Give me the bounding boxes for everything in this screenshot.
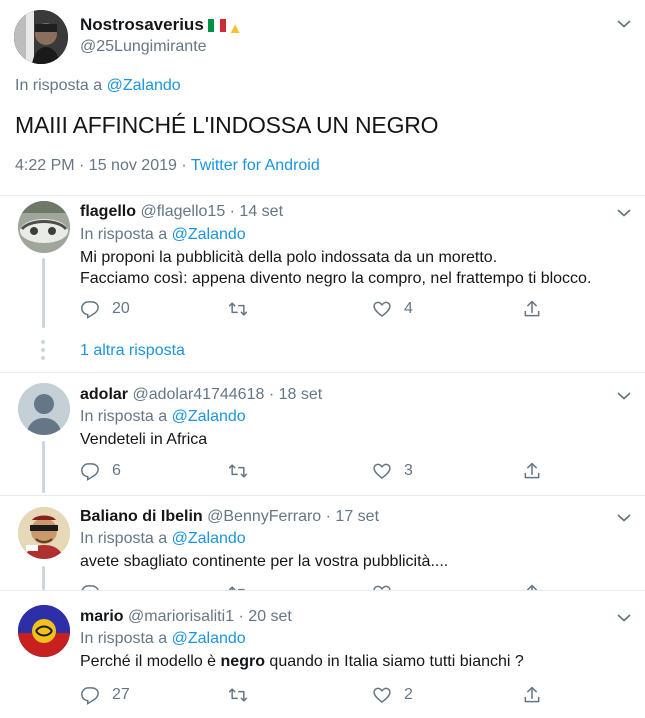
show-more-replies-link[interactable]: 1 altra risposta (80, 342, 185, 360)
tweet-text-line: avete sbagliato continente per la vostra… (80, 553, 449, 570)
like-button[interactable]: 3 (372, 460, 413, 482)
bold-word: negro (220, 653, 265, 670)
share-button[interactable] (522, 582, 542, 590)
display-name[interactable]: Baliano di Ibelin @BennyFerraro · 17 set (80, 508, 379, 526)
like-icon (372, 583, 392, 590)
tweet-actions: 6 3 (80, 460, 550, 482)
like-button[interactable]: 4 (372, 298, 413, 320)
username-date[interactable]: @flagello15 · 14 set (140, 203, 283, 220)
avatar[interactable] (18, 507, 70, 559)
username-date[interactable]: @mariorisaliti1 · 20 set (128, 608, 292, 625)
like-button[interactable]: 2 (372, 684, 413, 706)
reply-icon (80, 299, 100, 319)
mention-link[interactable]: @Zalando (172, 630, 246, 647)
tweet-actions (80, 582, 550, 590)
chevron-down-icon[interactable] (617, 19, 631, 29)
reply-button[interactable]: 20 (80, 298, 130, 320)
main-tweet[interactable]: Nostrosaverius ▲ @25Lungimirante In rispo… (0, 0, 645, 196)
source-link[interactable]: Twitter for Android (191, 157, 320, 174)
retweet-button[interactable] (228, 460, 248, 482)
reply-button[interactable] (80, 582, 100, 590)
share-button[interactable] (522, 684, 542, 706)
reply-count: 6 (112, 462, 121, 479)
tweet-text-line: Facciamo così: appena divento negro la c… (80, 270, 592, 287)
like-count: 3 (404, 462, 413, 479)
like-button[interactable] (372, 582, 392, 590)
retweet-icon (228, 685, 248, 705)
reply-context: In risposta a @Zalando (80, 530, 246, 547)
tweet-text-line: Perché il modello è negro quando in Ital… (80, 653, 524, 670)
thread-dots (41, 340, 45, 364)
mention-link[interactable]: @Zalando (172, 226, 246, 243)
share-button[interactable] (522, 460, 542, 482)
thumbs-up-icon: ▲ (227, 20, 243, 37)
reply-context: In risposta a @Zalando (80, 408, 246, 425)
italy-flag-icon (207, 19, 226, 32)
reply-count: 27 (112, 686, 130, 703)
reply-tweet[interactable]: mario @mariorisaliti1 · 20 set In rispos… (0, 591, 645, 718)
share-icon (522, 583, 542, 590)
chevron-down-icon[interactable] (617, 513, 631, 523)
display-name[interactable]: flagello @flagello15 · 14 set (80, 203, 283, 221)
username-date[interactable]: @adolar41744618 · 18 set (132, 386, 322, 403)
thread-line (42, 566, 45, 590)
chevron-down-icon[interactable] (617, 391, 631, 401)
reply-button[interactable]: 27 (80, 684, 130, 706)
avatar[interactable] (18, 383, 70, 435)
chevron-down-icon[interactable] (617, 208, 631, 218)
like-count: 2 (404, 686, 413, 703)
display-name[interactable]: adolar @adolar41744618 · 18 set (80, 386, 322, 404)
retweet-icon (228, 461, 248, 481)
username[interactable]: @25Lungimirante (80, 38, 207, 56)
mention-link[interactable]: @Zalando (172, 408, 246, 425)
tweet-text-line: Mi proponi la pubblicità della polo indo… (80, 249, 498, 266)
tweet-actions: 20 4 (80, 298, 550, 320)
like-icon (372, 685, 392, 705)
reply-icon (80, 461, 100, 481)
tweet-actions: 27 2 (80, 684, 550, 706)
like-icon (372, 461, 392, 481)
reply-tweet[interactable]: flagello @flagello15 · 14 set In rispost… (0, 196, 645, 372)
share-icon (522, 685, 542, 705)
reply-tweet[interactable]: Baliano di Ibelin @BennyFerraro · 17 set… (0, 496, 645, 590)
username-date[interactable]: @BennyFerraro · 17 set (207, 508, 379, 525)
chevron-down-icon[interactable] (617, 613, 631, 623)
share-icon (522, 461, 542, 481)
reply-count: 20 (112, 300, 130, 317)
like-count: 4 (404, 300, 413, 317)
tweet-text: MAIII AFFINCHÉ L'INDOSSA UN NEGRO (15, 112, 439, 138)
reply-tweet[interactable]: adolar @adolar41744618 · 18 set In rispo… (0, 373, 645, 495)
display-name[interactable]: Nostrosaverius ▲ (80, 15, 243, 37)
mention-link[interactable]: @Zalando (172, 530, 246, 547)
reply-context: In risposta a @Zalando (80, 226, 246, 243)
like-icon (372, 299, 392, 319)
tweet-text-line: Vendeteli in Africa (80, 431, 208, 448)
reply-icon (80, 685, 100, 705)
reply-context: In risposta a @Zalando (80, 630, 246, 647)
reply-button[interactable]: 6 (80, 460, 121, 482)
retweet-button[interactable] (228, 684, 248, 706)
retweet-button[interactable] (228, 298, 248, 320)
timestamp[interactable]: 4:22 PM · 15 nov 2019 · (15, 157, 187, 174)
mention-link[interactable]: @Zalando (107, 77, 181, 94)
display-name[interactable]: mario @mariorisaliti1 · 20 set (80, 608, 292, 626)
reply-context: In risposta a @Zalando (15, 77, 181, 94)
reply-icon (80, 583, 100, 590)
retweet-button[interactable] (228, 582, 248, 590)
retweet-icon (228, 583, 248, 590)
avatar[interactable] (14, 10, 68, 64)
thread-line (42, 441, 45, 493)
share-icon (522, 299, 542, 319)
tweet-metadata: 4:22 PM · 15 nov 2019 · Twitter for Andr… (15, 157, 320, 175)
thread-line (42, 258, 45, 328)
avatar[interactable] (18, 605, 70, 657)
avatar[interactable] (18, 201, 70, 253)
retweet-icon (228, 299, 248, 319)
share-button[interactable] (522, 298, 542, 320)
